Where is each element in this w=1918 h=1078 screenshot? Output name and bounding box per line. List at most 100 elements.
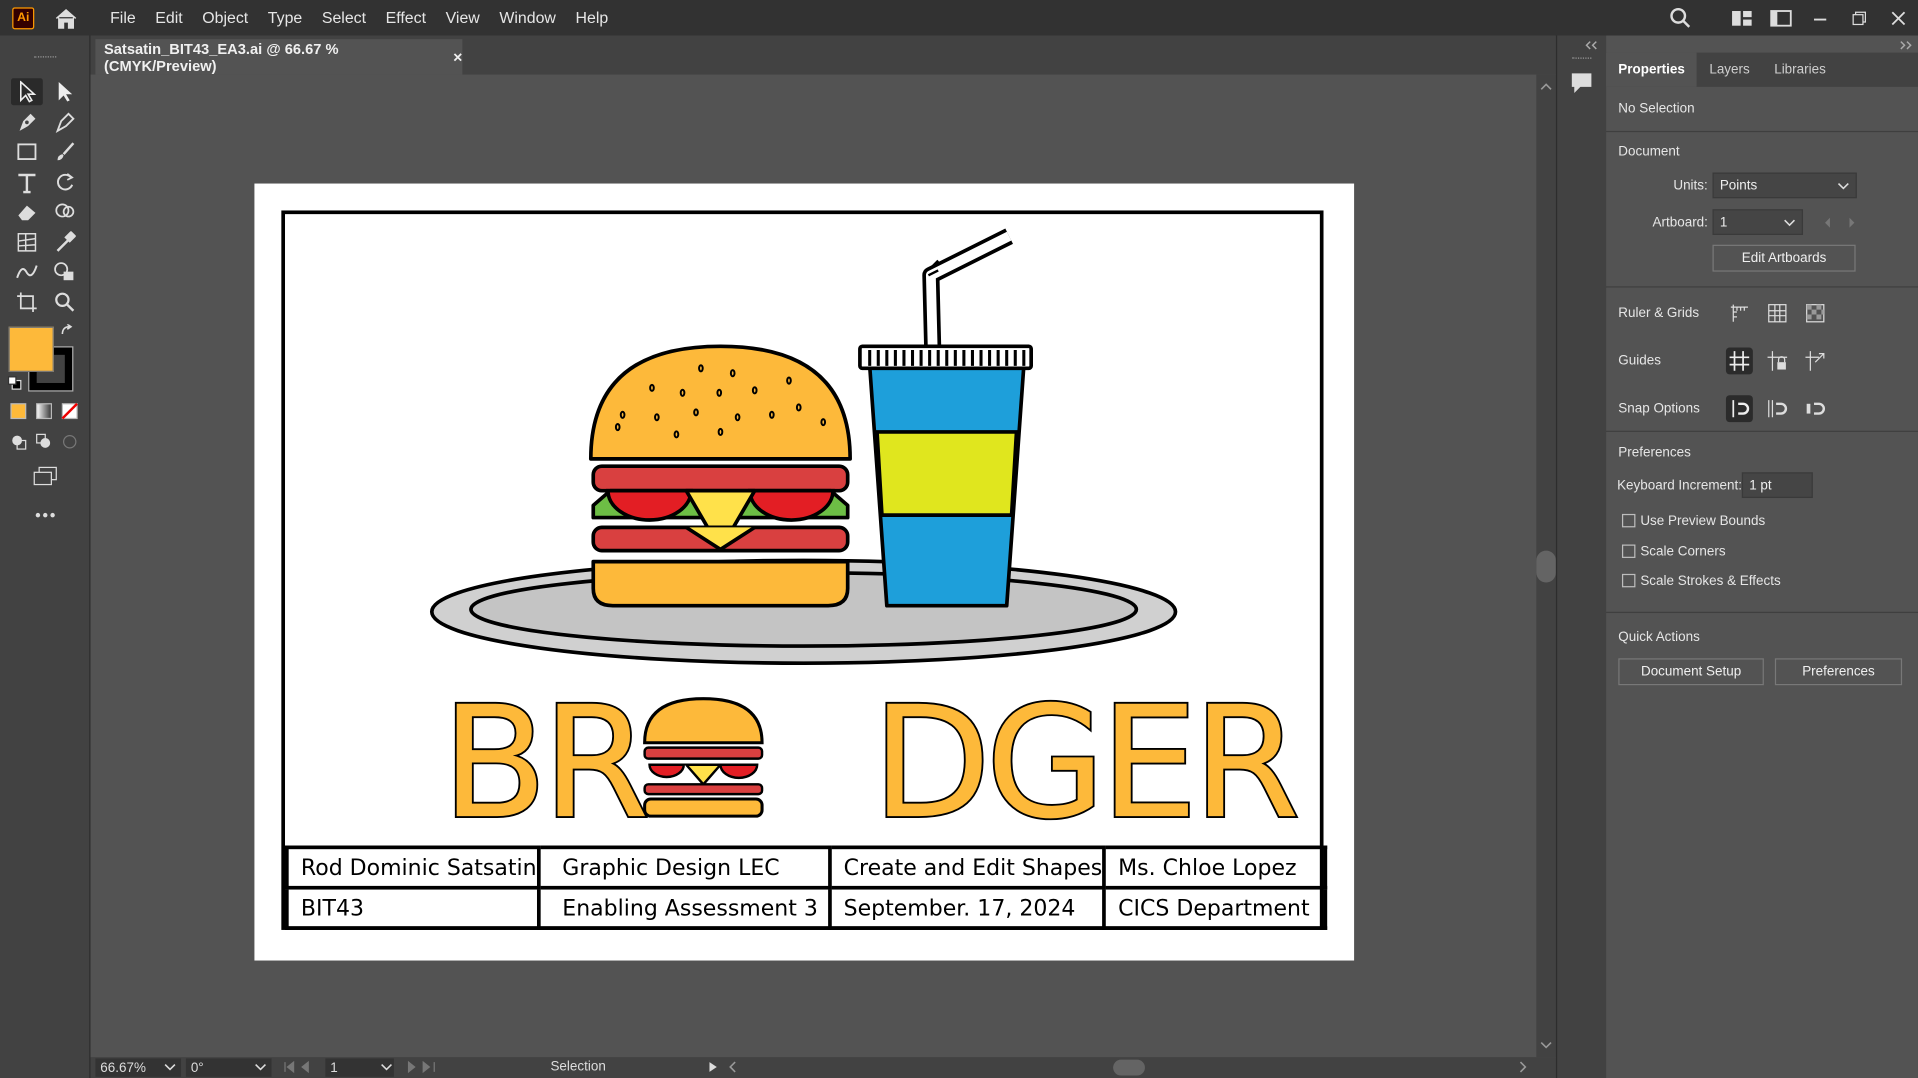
rotation-dropdown-icon[interactable] <box>254 1063 266 1073</box>
scroll-down-icon[interactable] <box>1536 1038 1556 1053</box>
workspace-switcher-icon[interactable] <box>1761 0 1800 35</box>
draw-inside-icon[interactable] <box>59 431 81 453</box>
current-tool-label: Selection <box>550 1059 606 1075</box>
collapse-dock-icon[interactable] <box>1584 40 1599 50</box>
arrange-documents-icon[interactable] <box>1722 0 1761 35</box>
snap-to-grid-icon[interactable] <box>1764 395 1791 422</box>
ruler-icon[interactable] <box>1726 300 1753 327</box>
menu-window[interactable]: Window <box>490 9 566 27</box>
lock-guides-icon[interactable] <box>1764 348 1791 375</box>
preferences-button[interactable]: Preferences <box>1774 658 1903 686</box>
swap-fill-stroke-icon[interactable] <box>57 322 77 342</box>
curvature-tool-icon[interactable] <box>49 109 81 136</box>
screen-mode-icon[interactable] <box>29 464 61 488</box>
default-fill-stroke-icon[interactable] <box>5 373 25 393</box>
direct-selection-tool-icon[interactable] <box>49 78 81 105</box>
artboard-nav-dropdown-icon[interactable] <box>380 1063 392 1073</box>
home-icon[interactable] <box>51 6 80 30</box>
selection-tool-icon[interactable] <box>11 78 43 106</box>
smart-guides-icon[interactable] <box>1802 348 1829 375</box>
comments-icon[interactable] <box>1568 70 1595 97</box>
horizontal-scroll-thumb[interactable] <box>1113 1059 1145 1076</box>
previous-artboard-icon[interactable] <box>1823 217 1833 229</box>
zoom-tool-icon[interactable] <box>49 289 81 316</box>
rotate-tool-icon[interactable] <box>49 169 81 196</box>
vertical-scroll-thumb[interactable] <box>1536 550 1556 583</box>
table-cell: Graphic Design LEC <box>536 845 832 890</box>
rectangle-tool-icon[interactable] <box>11 138 43 165</box>
minimize-icon[interactable] <box>1801 0 1840 35</box>
first-prev-artboard-icon[interactable] <box>281 1060 325 1075</box>
keyboard-increment-value: 1 pt <box>1749 477 1772 493</box>
gradient-mode-icon[interactable] <box>33 400 55 422</box>
menu-file[interactable]: File <box>100 9 145 27</box>
next-artboard-icon[interactable] <box>1847 217 1857 229</box>
transparency-grid-icon[interactable] <box>1802 300 1829 327</box>
chevron-down-icon <box>1837 182 1849 190</box>
artboard-tool-icon[interactable] <box>11 289 43 316</box>
use-preview-bounds-label: Use Preview Bounds <box>1640 513 1766 529</box>
artboard-select[interactable]: 1 <box>1712 209 1804 235</box>
collapse-panel-icon[interactable] <box>1898 40 1913 50</box>
use-preview-bounds-checkbox[interactable] <box>1621 513 1636 528</box>
zoom-value: 66.67% <box>100 1060 146 1075</box>
color-mode-icon[interactable] <box>7 400 29 422</box>
burger-bottom-bun <box>591 559 850 608</box>
close-tab-icon[interactable]: × <box>453 48 462 66</box>
canvas-area[interactable]: BR DGER Rod Dominic Satsatin Graphic Des… <box>90 74 1537 1058</box>
window-controls <box>1661 0 1918 35</box>
burger-top-bun <box>588 344 852 461</box>
more-tools-icon[interactable] <box>29 503 61 527</box>
tab-properties[interactable]: Properties <box>1606 52 1698 87</box>
menu-view[interactable]: View <box>436 9 490 27</box>
perspective-grid-tool-icon[interactable] <box>11 229 43 256</box>
document-setup-button[interactable]: Document Setup <box>1618 658 1764 686</box>
chevron-down-icon <box>1784 219 1796 227</box>
scroll-right-icon[interactable] <box>1517 1061 1529 1073</box>
scroll-left-icon[interactable] <box>727 1061 739 1073</box>
scale-corners-checkbox[interactable] <box>1621 544 1636 558</box>
edit-artboards-button[interactable]: Edit Artboards <box>1712 244 1856 272</box>
burger-patty-top <box>591 464 850 493</box>
toolbar-grip[interactable] <box>34 56 57 61</box>
pen-tool-icon[interactable] <box>11 109 43 136</box>
puppet-warp-tool-icon[interactable] <box>11 258 43 285</box>
menu-help[interactable]: Help <box>566 9 618 27</box>
artboard[interactable]: BR DGER Rod Dominic Satsatin Graphic Des… <box>254 183 1355 961</box>
logo-text-left: BR <box>442 674 646 840</box>
menu-effect[interactable]: Effect <box>376 9 436 27</box>
tab-layers[interactable]: Layers <box>1697 53 1762 87</box>
none-mode-icon[interactable] <box>59 400 81 422</box>
shape-builder-tool-icon[interactable] <box>49 198 81 225</box>
grid-icon[interactable] <box>1764 300 1791 327</box>
menu-object[interactable]: Object <box>192 9 258 27</box>
type-tool-icon[interactable] <box>11 169 43 196</box>
scroll-up-icon[interactable] <box>1536 80 1556 95</box>
units-select[interactable]: Points <box>1712 172 1857 199</box>
show-guides-icon[interactable] <box>1725 347 1753 375</box>
dock-grip[interactable] <box>1571 57 1592 62</box>
live-paint-tool-icon[interactable] <box>49 258 81 285</box>
restore-icon[interactable] <box>1840 0 1879 35</box>
keyboard-increment-input[interactable]: 1 pt <box>1741 472 1813 499</box>
menu-type[interactable]: Type <box>258 9 312 27</box>
zoom-dropdown-icon[interactable] <box>164 1063 176 1073</box>
close-window-icon[interactable] <box>1879 0 1918 35</box>
scale-strokes-checkbox[interactable] <box>1621 573 1636 588</box>
menu-select[interactable]: Select <box>312 9 376 27</box>
preferences-heading: Preferences <box>1618 445 1691 461</box>
paintbrush-tool-icon[interactable] <box>49 138 81 165</box>
snap-to-pixel-icon[interactable] <box>1802 395 1829 422</box>
snap-to-point-icon[interactable] <box>1725 395 1753 423</box>
eraser-tool-icon[interactable] <box>11 198 43 225</box>
status-menu-icon[interactable] <box>707 1061 719 1073</box>
draw-behind-icon[interactable] <box>33 431 55 453</box>
document-tab[interactable]: Satsatin_BIT43_EA3.ai @ 66.67 % (CMYK/Pr… <box>95 39 463 75</box>
tab-libraries[interactable]: Libraries <box>1762 53 1838 87</box>
search-icon[interactable] <box>1661 0 1700 35</box>
next-last-artboard-icon[interactable] <box>404 1060 448 1075</box>
eyedropper-tool-icon[interactable] <box>49 229 81 256</box>
draw-normal-icon[interactable] <box>7 431 29 453</box>
menu-edit[interactable]: Edit <box>146 9 193 27</box>
fill-color-swatch[interactable] <box>8 326 54 372</box>
